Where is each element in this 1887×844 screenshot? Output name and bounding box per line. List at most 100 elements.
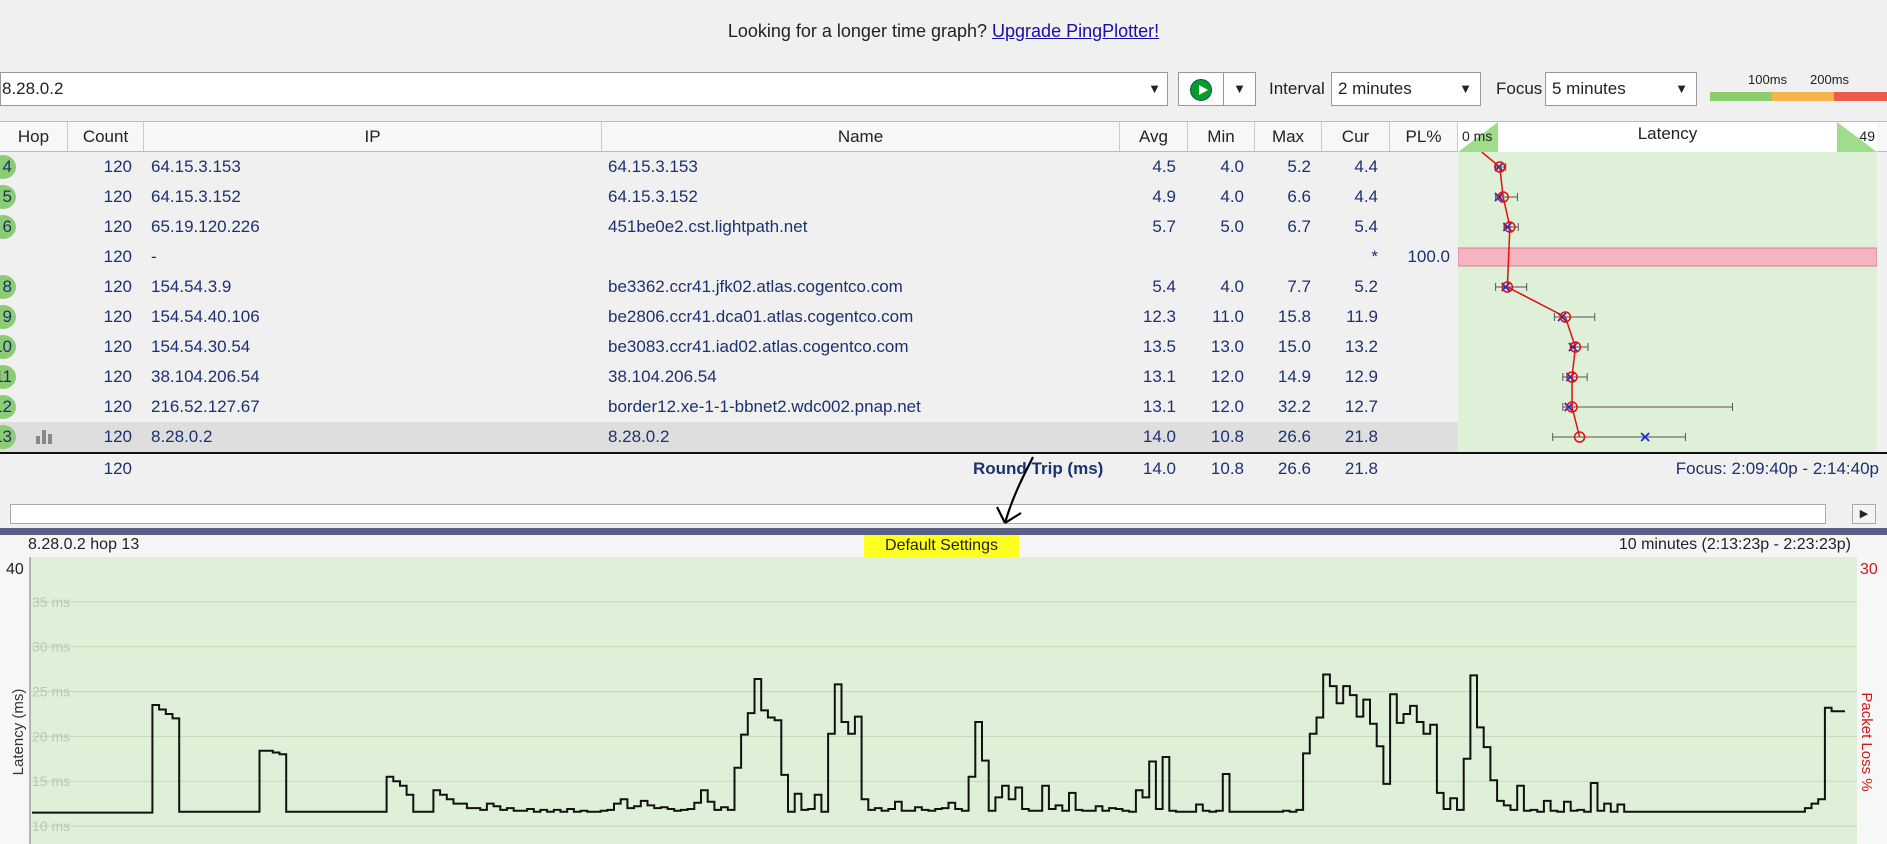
table-row[interactable]: 12 120 216.52.127.67 border12.xe-1-1-bbnet2… xyxy=(0,392,1458,422)
cell-count: 120 xyxy=(103,217,132,236)
scroll-right-arrow-icon[interactable]: ▶ xyxy=(1852,504,1876,524)
cell-count: 120 xyxy=(103,247,132,266)
horizontal-scrollbar[interactable]: ▶ xyxy=(0,502,1887,528)
cell-ip: 65.19.120.226 xyxy=(151,217,260,236)
table-row[interactable]: 11 120 38.104.206.54 38.104.206.54 13.1 12.0 1… xyxy=(0,362,1458,392)
focus-select[interactable]: 5 minutes ▼ xyxy=(1545,72,1697,106)
cell-max: 6.7 xyxy=(1287,217,1311,236)
timeline-chart: 35 ms 30 ms 25 ms 20 ms 15 ms 10 ms 40 30 Latenc… xyxy=(0,557,1887,844)
cell-count: 120 xyxy=(103,427,132,446)
table-row[interactable]: 6 120 65.19.120.226 451be0e2.cst.lightpath.… xyxy=(0,212,1458,242)
cell-count: 120 xyxy=(103,397,132,416)
hop-number: 6 xyxy=(0,215,16,239)
scale-label-200: 200ms xyxy=(1810,72,1850,87)
upgrade-link[interactable]: Upgrade PingPlotter! xyxy=(992,21,1159,41)
timeline-host: 8.28.0.2 hop 13 xyxy=(28,536,140,553)
cell-cur: 21.8 xyxy=(1344,427,1378,446)
cell-min: 4.0 xyxy=(1220,157,1244,176)
cell-avg: 4.9 xyxy=(1152,187,1176,206)
hop-number: 13 xyxy=(0,425,16,449)
y-tick-label: 20 ms xyxy=(32,728,70,744)
col-count[interactable]: Count xyxy=(68,122,144,151)
panel-divider[interactable] xyxy=(0,528,1887,535)
cell-cur: 4.4 xyxy=(1354,187,1378,206)
latency-column-header[interactable]: 0 ms Latency 49 xyxy=(1458,121,1877,152)
table-row[interactable]: 5 120 64.15.3.152 64.15.3.152 4.9 4.0 6.6 4.4 xyxy=(0,182,1458,212)
cell-name: 38.104.206.54 xyxy=(608,367,717,386)
cell-ip: 154.54.3.9 xyxy=(151,277,232,296)
cell-count: 120 xyxy=(103,367,132,386)
rt-avg: 14.0 xyxy=(1142,459,1176,478)
table-row[interactable]: 120- * 100.0 xyxy=(0,242,1458,272)
col-avg[interactable]: Avg xyxy=(1120,122,1188,151)
target-value: 8.28.0.2 xyxy=(2,79,64,98)
table-row[interactable]: 4 120 64.15.3.153 64.15.3.153 4.5 4.0 5.2 4.4 xyxy=(0,152,1458,182)
scrollbar-track[interactable] xyxy=(10,504,1826,524)
scale-bad xyxy=(1834,92,1887,101)
cell-min: 13.0 xyxy=(1210,337,1244,356)
cell-cur: 12.7 xyxy=(1344,397,1378,416)
hop-number: 10 xyxy=(0,335,16,359)
cell-min: 12.0 xyxy=(1210,397,1244,416)
cell-avg: 13.1 xyxy=(1142,397,1176,416)
cell-cur: 12.9 xyxy=(1344,367,1378,386)
focus-label: Focus xyxy=(1496,79,1543,98)
cell-min: 5.0 xyxy=(1220,217,1244,236)
col-max[interactable]: Max xyxy=(1255,122,1322,151)
latency-max-label: 49 xyxy=(1859,128,1875,144)
table-row[interactable]: 10 120 154.54.30.54 be3083.ccr41.iad02.atla… xyxy=(0,332,1458,362)
rt-label: Round Trip (ms) xyxy=(973,459,1104,478)
scale-good xyxy=(1710,92,1772,101)
plot-area xyxy=(30,557,1857,844)
interval-label: Interval xyxy=(1269,79,1325,98)
cell-ip: 64.15.3.153 xyxy=(151,157,241,176)
cell-pl: 100.0 xyxy=(1407,247,1450,266)
cell-name: 64.15.3.152 xyxy=(608,187,698,206)
y-tick-label: 35 ms xyxy=(32,594,70,610)
interval-select[interactable]: 2 minutes ▼ xyxy=(1331,72,1481,106)
rt-count: 120 xyxy=(103,459,132,478)
cell-name: 64.15.3.153 xyxy=(608,157,698,176)
y2-max-label: 30 xyxy=(1860,561,1878,578)
cell-avg: 5.4 xyxy=(1152,277,1176,296)
y-max-label: 40 xyxy=(6,561,24,578)
chevron-down-icon[interactable]: ▼ xyxy=(1148,73,1161,105)
bar-chart-icon[interactable] xyxy=(36,430,54,444)
cell-ip: 38.104.206.54 xyxy=(151,367,260,386)
col-name[interactable]: Name xyxy=(602,122,1120,151)
cell-avg: 13.5 xyxy=(1142,337,1176,356)
y-tick-label: 10 ms xyxy=(32,818,70,834)
target-combobox[interactable]: 8.28.0.2 ▼ xyxy=(0,72,1168,106)
col-pl[interactable]: PL% xyxy=(1390,122,1458,151)
hop-number: 4 xyxy=(0,155,16,179)
y-tick-label: 15 ms xyxy=(32,773,70,789)
y-axis-label: Latency (ms) xyxy=(10,689,27,776)
cell-name: be3083.ccr41.iad02.atlas.cogentco.com xyxy=(608,337,909,356)
cell-max: 32.2 xyxy=(1277,397,1311,416)
cell-count: 120 xyxy=(103,337,132,356)
col-ip[interactable]: IP xyxy=(144,122,602,151)
latency-graph xyxy=(1458,152,1877,452)
table-row[interactable]: 13 120 8.28.0.2 8.28.0.2 14.0 10.8 26.6 21.8 xyxy=(0,422,1458,452)
table-row[interactable]: 9 120 154.54.40.106 be2806.ccr41.dca01.atla… xyxy=(0,302,1458,332)
highlighted-annotation: Default Settings xyxy=(864,535,1019,557)
table-row[interactable]: 8 120 154.54.3.9 be3362.ccr41.jfk02.atlas.c… xyxy=(0,272,1458,302)
upgrade-banner: Looking for a longer time graph? Upgrade… xyxy=(0,0,1887,62)
cell-count: 120 xyxy=(103,277,132,296)
cell-min: 10.8 xyxy=(1210,427,1244,446)
cell-count: 120 xyxy=(103,307,132,326)
cell-avg: 14.0 xyxy=(1142,427,1176,446)
cell-name: 451be0e2.cst.lightpath.net xyxy=(608,217,808,236)
cell-max: 15.8 xyxy=(1277,307,1311,326)
cell-ip: 64.15.3.152 xyxy=(151,187,241,206)
start-trace-button[interactable] xyxy=(1178,72,1224,106)
col-min[interactable]: Min xyxy=(1188,122,1255,151)
cell-cur: 4.4 xyxy=(1354,157,1378,176)
cell-count: 120 xyxy=(103,157,132,176)
cell-avg: 5.7 xyxy=(1152,217,1176,236)
cell-max: 14.9 xyxy=(1277,367,1311,386)
start-options-dropdown[interactable]: ▼ xyxy=(1224,72,1256,106)
col-hop[interactable]: Hop xyxy=(0,122,68,151)
col-cur[interactable]: Cur xyxy=(1322,122,1390,151)
hop-number: 5 xyxy=(0,185,16,209)
